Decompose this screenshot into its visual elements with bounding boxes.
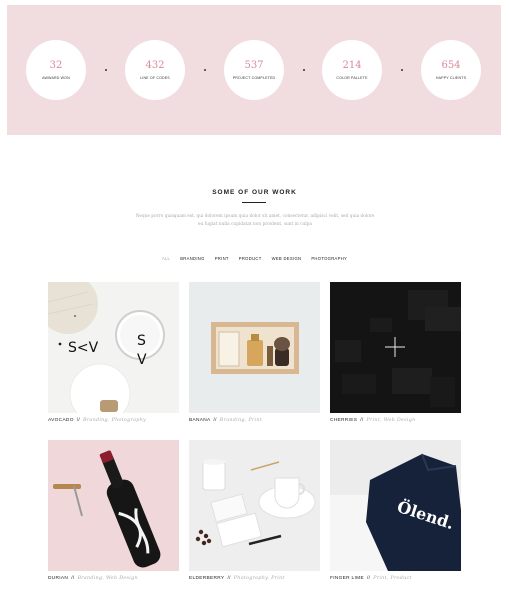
banana-image [211,322,299,374]
stat-colors: 214 COLOR PALLETE [322,40,382,100]
portfolio-item-avocado[interactable]: S<V S V [48,282,179,413]
portfolio-item-durian[interactable] [48,440,179,571]
item-categories: Branding, Print [219,418,262,423]
logo-text: V [137,352,147,368]
portfolio-caption: DURIAN//Branding, Web Design [48,576,138,581]
logo-text: S [137,333,146,349]
portfolio-filters: ALL BRANDING PRINT PRODUCT WEB DESIGN PH… [0,256,509,261]
intro-line-1: Neque porro quisquam est, qui dolorem ip… [135,214,375,219]
stat-lines: 432 LINE OF CODES [125,40,185,100]
caption-separator: // [360,418,364,423]
divider-dot [401,69,403,71]
divider-dot [105,69,107,71]
stat-label: HAPPY CLIENTS [435,75,467,80]
filter-all[interactable]: ALL [162,256,170,261]
durian-image [53,450,161,568]
item-name[interactable]: DURIAN [48,576,68,581]
logo-text: S<V [68,340,99,356]
item-name[interactable]: AVOCADO [48,418,74,423]
filter-photography[interactable]: PHOTOGRAPHY [311,256,347,261]
divider-dot [204,69,206,71]
item-categories: Print, Product [373,576,412,581]
caption-separator: // [213,418,217,423]
caption-separator: // [227,576,231,581]
stat-value: 32 [49,59,63,71]
stat-clients: 654 HAPPY CLIENTS [421,40,481,100]
item-categories: Branding, Photography [83,418,146,423]
item-categories: Photography, Print [233,576,285,581]
portfolio-caption: FINGER LIME//Print, Product [330,576,412,581]
filter-print[interactable]: PRINT [215,256,229,261]
stat-value: 432 [145,59,165,71]
stat-label: PROJECT COMPLETED [232,75,276,80]
plus-icon [385,337,405,357]
intro-line-2: eu fugiat nulla cupidatat non proident, … [198,222,312,227]
stat-value: 214 [342,59,362,71]
portfolio-caption: AVOCADO//Branding, Photography [48,418,146,423]
finger-lime-image: Ölend. [330,453,461,571]
section-title: SOME OF OUR WORK [212,189,297,196]
stat-label: COLOR PALLETE [336,75,368,80]
filter-web-design[interactable]: WEB DESIGN [272,256,302,261]
item-name[interactable]: ELDERBERRY [189,576,224,581]
portfolio-item-elderberry[interactable] [189,440,320,571]
stat-awards: 32 AWWARD WON [26,40,86,100]
stat-label: LINE OF CODES [140,75,170,80]
portfolio-caption: CHERRIES//Print, Web Design [330,418,416,423]
portfolio-item-finger-lime[interactable]: Ölend. [330,440,461,571]
avocado-image: S<V S V [48,282,165,413]
caption-separator: // [76,418,80,423]
portfolio-item-banana[interactable] [189,282,320,413]
elderberry-image [195,459,316,548]
divider-dot [303,69,305,71]
stat-projects: 537 PROJECT COMPLETED [224,40,284,100]
item-name[interactable]: CHERRIES [330,418,357,423]
section-intro: Neque porro quisquam est, qui dolorem ip… [110,213,400,229]
filter-branding[interactable]: BRANDING [180,256,205,261]
item-name[interactable]: BANANA [189,418,211,423]
stat-value: 537 [244,59,264,71]
caption-separator: // [71,576,75,581]
item-categories: Print, Web Design [366,418,416,423]
caption-separator: // [366,576,371,581]
item-name[interactable]: FINGER LIME [330,576,364,581]
portfolio-caption: ELDERBERRY//Photography, Print [189,576,285,581]
stat-value: 654 [441,59,461,71]
item-categories: Branding, Web Design [77,576,138,581]
portfolio-item-cherries[interactable] [330,282,461,413]
title-underline [242,202,266,203]
portfolio-caption: BANANA//Branding, Print [189,418,262,423]
stat-label: AWWARD WON [42,75,70,80]
stats-band: 32 AWWARD WON 432 LINE OF CODES 537 PROJ… [7,5,501,135]
cherries-image [335,290,461,407]
filter-product[interactable]: PRODUCT [239,256,262,261]
